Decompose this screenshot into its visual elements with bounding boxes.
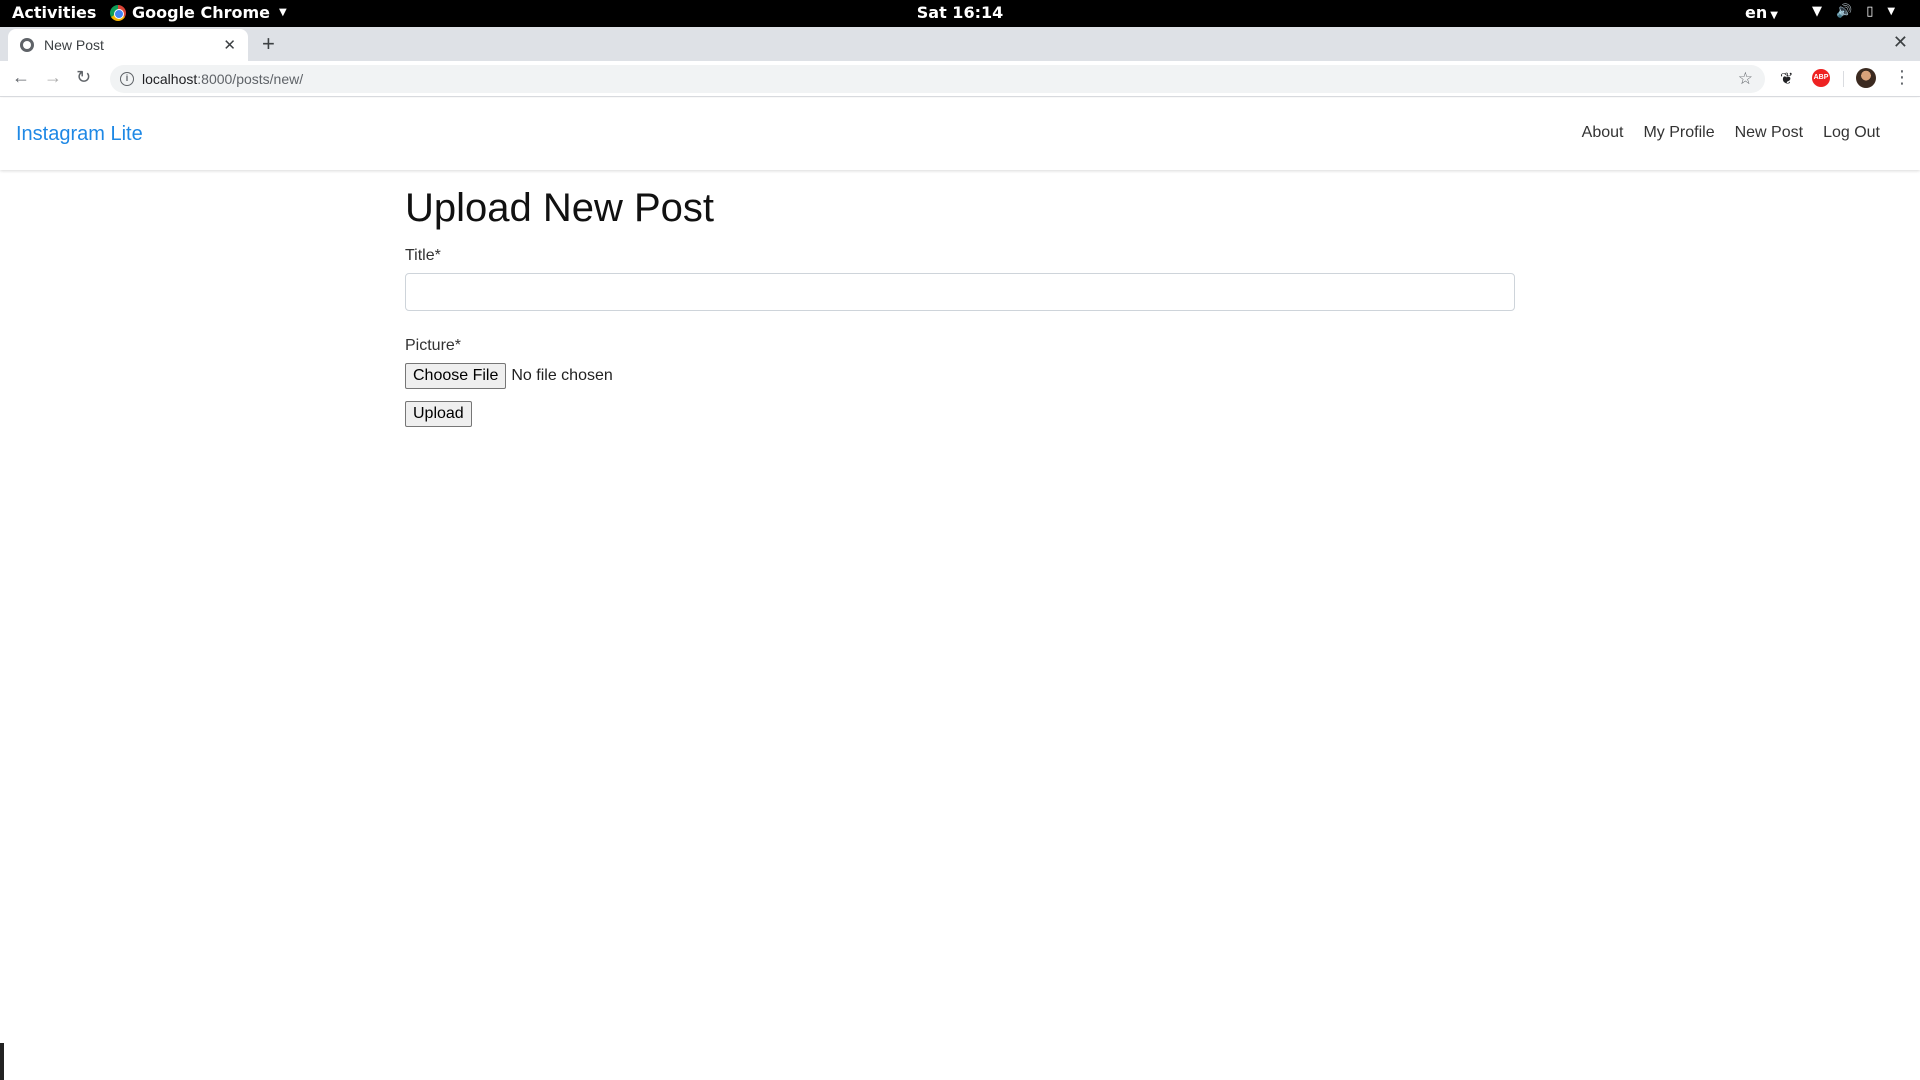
address-bar[interactable]: i localhost:8000/posts/new/ ☆ bbox=[110, 65, 1765, 93]
forward-icon[interactable]: → bbox=[44, 67, 62, 88]
reload-icon[interactable]: ↻ bbox=[76, 67, 91, 88]
new-tab-button[interactable]: + bbox=[262, 31, 275, 57]
tab-title: New Post bbox=[44, 37, 104, 53]
info-icon[interactable]: i bbox=[120, 72, 134, 86]
nav-link-about[interactable]: About bbox=[1582, 124, 1624, 142]
nav-links: About My Profile New Post Log Out bbox=[1582, 124, 1880, 142]
wifi-icon: ▼ bbox=[1812, 4, 1822, 19]
picture-label: Picture* bbox=[405, 337, 462, 354]
system-tray[interactable]: ▼ 🔊 ▯ ▼ bbox=[1812, 4, 1895, 19]
menu-kebab-icon[interactable]: ⋮ bbox=[1893, 67, 1911, 88]
page-title: Upload New Post bbox=[405, 186, 715, 230]
upload-button[interactable]: Upload bbox=[405, 401, 472, 427]
chevron-down-icon: ▼ bbox=[1887, 6, 1896, 17]
browser-tab[interactable]: New Post ✕ bbox=[8, 29, 248, 61]
nav-link-log-out[interactable]: Log Out bbox=[1823, 124, 1880, 142]
battery-icon: ▯ bbox=[1866, 4, 1874, 19]
site-navbar: Instagram Lite About My Profile New Post… bbox=[0, 98, 1920, 170]
language-indicator[interactable]: en ▼ bbox=[1745, 3, 1778, 22]
bookmark-star-icon[interactable]: ☆ bbox=[1738, 69, 1753, 89]
back-icon[interactable]: ← bbox=[12, 67, 30, 88]
profile-avatar[interactable] bbox=[1856, 68, 1876, 88]
brand-link[interactable]: Instagram Lite bbox=[16, 123, 143, 146]
close-window-icon[interactable]: ✕ bbox=[1893, 32, 1908, 53]
nav-link-my-profile[interactable]: My Profile bbox=[1643, 124, 1714, 142]
web-page: Instagram Lite About My Profile New Post… bbox=[0, 98, 1920, 1080]
nav-link-new-post[interactable]: New Post bbox=[1735, 124, 1803, 142]
close-icon[interactable]: ✕ bbox=[223, 36, 236, 54]
upload-form: Upload New Post Title* Picture* Choose F… bbox=[405, 186, 1515, 427]
url-host: localhost bbox=[142, 71, 198, 87]
toolbar-divider bbox=[1843, 71, 1844, 87]
extension-icon[interactable]: ❦ bbox=[1780, 69, 1793, 89]
tab-strip: New Post ✕ + ✕ bbox=[0, 27, 1920, 61]
screen-edge-artifact bbox=[0, 1043, 4, 1080]
volume-icon: 🔊 bbox=[1836, 4, 1853, 19]
adblock-icon[interactable]: ABP bbox=[1812, 69, 1830, 87]
file-input: Choose File No file chosen bbox=[405, 363, 1515, 389]
choose-file-button[interactable]: Choose File bbox=[405, 363, 507, 389]
language-label: en bbox=[1745, 3, 1768, 22]
title-label: Title* bbox=[405, 247, 441, 264]
file-status: No file chosen bbox=[511, 367, 613, 384]
clock[interactable]: Sat 16:14 bbox=[0, 3, 1920, 22]
title-input[interactable] bbox=[405, 273, 1515, 311]
url-path: :8000/posts/new/ bbox=[197, 71, 304, 87]
browser-toolbar: ← → ↻ i localhost:8000/posts/new/ ☆ ❦ AB… bbox=[0, 61, 1920, 97]
os-top-bar: Activities Google Chrome ▼ Sat 16:14 en ▼… bbox=[0, 0, 1920, 27]
globe-icon bbox=[20, 38, 34, 52]
chevron-down-icon: ▼ bbox=[1770, 10, 1778, 21]
